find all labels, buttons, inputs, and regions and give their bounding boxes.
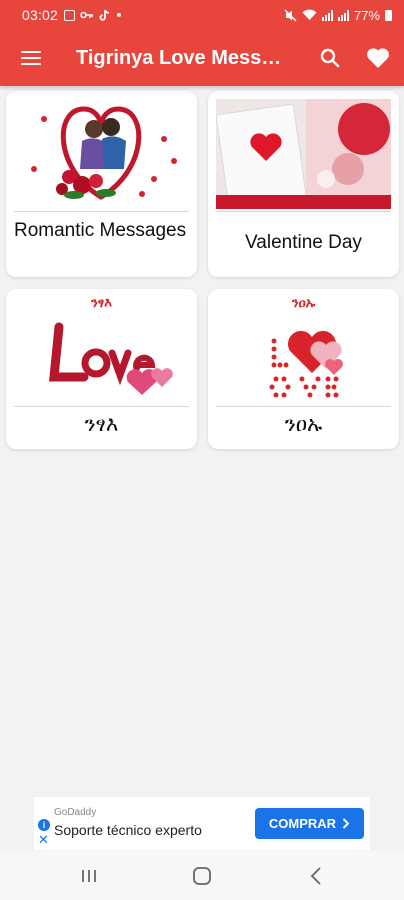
- ad-info-icon[interactable]: i: [38, 819, 50, 831]
- menu-button[interactable]: [0, 30, 62, 86]
- love-text-image: [14, 297, 189, 401]
- love-hearts-image: [216, 297, 391, 401]
- card-divider: [216, 211, 391, 212]
- menu-icon: [21, 51, 41, 65]
- card-divider: [14, 211, 189, 212]
- system-nav-bar: [0, 851, 404, 900]
- card-label: ንፃእ: [84, 413, 119, 436]
- signal-icon-2: [337, 9, 349, 21]
- search-icon: [320, 48, 340, 68]
- mute-icon: [284, 8, 297, 22]
- card-divider: [14, 406, 189, 407]
- card-label: Valentine Day: [245, 232, 362, 253]
- chevron-right-icon: [342, 818, 350, 829]
- card-label: ንዐኡ: [284, 413, 323, 436]
- category-card-valentine-day[interactable]: Valentine Day: [208, 91, 399, 277]
- ad-brand: GoDaddy: [54, 807, 97, 818]
- app-bar: Tigrinya Love Messa...: [0, 30, 404, 86]
- gallery-icon: [64, 9, 76, 21]
- ad-buy-label: COMPRAR: [268, 816, 337, 831]
- romantic-couple-image: [14, 99, 189, 209]
- card-caption: ንፃእ: [91, 295, 112, 310]
- ad-close-icon[interactable]: ✕: [38, 833, 49, 847]
- card-caption: ንዐኡ: [291, 295, 316, 310]
- key-icon: [80, 11, 94, 19]
- card-label: Romantic Messages: [14, 220, 187, 241]
- home-icon: [193, 867, 211, 885]
- search-button[interactable]: [312, 40, 348, 76]
- back-button[interactable]: [296, 861, 336, 891]
- card-divider: [216, 406, 391, 407]
- home-button[interactable]: [182, 861, 222, 891]
- recents-icon: [82, 870, 96, 882]
- ad-buy-button[interactable]: COMPRAR: [255, 808, 364, 839]
- notification-icons: [64, 9, 122, 21]
- signal-icon: [321, 9, 333, 21]
- heart-icon: [367, 48, 389, 68]
- battery-percent: 77%: [353, 7, 380, 23]
- category-card-for-him[interactable]: ንዐኡ ንዐኡ: [208, 289, 399, 449]
- category-card-for-her[interactable]: ንፃእ ንፃእ: [6, 289, 197, 449]
- app-title: Tigrinya Love Messa...: [76, 46, 286, 69]
- category-card-romantic-messages[interactable]: Romantic Messages: [6, 91, 197, 277]
- ad-banner[interactable]: i ✕ GoDaddy Soporte técnico experto COMP…: [34, 797, 370, 850]
- status-time: 03:02: [22, 7, 59, 23]
- tiktok-icon: [99, 9, 110, 21]
- battery-icon: [385, 9, 392, 21]
- wifi-icon: [302, 9, 317, 20]
- favorites-button[interactable]: [360, 40, 396, 76]
- ad-text: Soporte técnico experto: [54, 822, 202, 838]
- valentine-card-image: [216, 99, 391, 209]
- recents-button[interactable]: [69, 861, 109, 891]
- back-icon: [310, 867, 321, 885]
- status-bar: 03:02 77%: [0, 0, 404, 30]
- status-right: 77%: [284, 8, 392, 23]
- status-left: 03:02: [22, 7, 122, 23]
- more-notifications-icon: [117, 13, 122, 17]
